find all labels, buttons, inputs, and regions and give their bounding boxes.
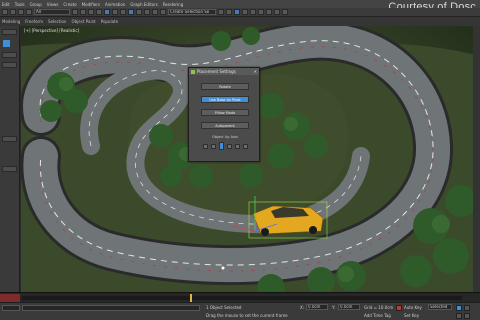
tab-freeform[interactable]: Freeform — [25, 19, 43, 24]
axis-neg-y-icon[interactable] — [235, 144, 240, 149]
x-label: X: — [300, 305, 305, 310]
unlink-icon[interactable] — [26, 9, 32, 15]
tab-selection[interactable]: Selection — [48, 19, 66, 24]
menu-create[interactable]: Create — [63, 2, 76, 7]
menu-modifiers[interactable]: Modifiers — [82, 2, 100, 7]
right-strip — [473, 26, 480, 292]
menu-rendering[interactable]: Rendering — [163, 2, 183, 7]
dialog-app-icon — [191, 69, 195, 74]
select-object-icon[interactable] — [72, 9, 78, 15]
dialog-titlebar[interactable]: Placement Settings — [189, 68, 259, 75]
menu-views[interactable]: Views — [47, 2, 59, 7]
named-selection-dropdown[interactable]: Create Selection Se — [168, 9, 216, 15]
panel-button[interactable] — [2, 52, 17, 58]
render-setup-icon[interactable] — [266, 9, 272, 15]
panel-button[interactable] — [2, 136, 17, 142]
auto-key-label[interactable]: Auto Key — [404, 305, 422, 310]
timeline[interactable] — [0, 292, 480, 302]
y-label: Y: — [332, 305, 336, 310]
status-prompt: Drag the mouse to set the current frame — [206, 313, 288, 318]
placement-settings-dialog[interactable]: Placement Settings ✕ Rotate Use Base As … — [188, 67, 260, 162]
layer-icon[interactable] — [234, 9, 240, 15]
next-frame-icon[interactable] — [464, 305, 470, 311]
tab-object-paint[interactable]: Object Paint — [71, 19, 95, 24]
maxscript-listener[interactable] — [2, 305, 20, 311]
curve-editor-icon[interactable] — [242, 9, 248, 15]
axis-neg-x-icon[interactable] — [211, 144, 216, 149]
scale-icon[interactable] — [120, 9, 126, 15]
viewport-label[interactable]: [+] [Perspective] [Realistic] — [24, 28, 79, 33]
render-frame-icon[interactable] — [274, 9, 280, 15]
add-time-tag[interactable]: Add Time Tag — [364, 313, 391, 318]
menu-tools[interactable]: Tools — [15, 2, 25, 7]
align-icon[interactable] — [226, 9, 232, 15]
object-up-axis-label: Object Up Axis — [212, 135, 238, 139]
select-by-name-icon[interactable] — [80, 9, 86, 15]
y-coordinate-field[interactable]: 0.0cm — [338, 304, 360, 310]
placement-icon[interactable] — [128, 9, 134, 15]
key-marker — [190, 294, 192, 302]
undo-icon[interactable] — [2, 9, 8, 15]
panel-button[interactable] — [2, 62, 17, 68]
script-input[interactable] — [22, 305, 200, 311]
material-editor-icon[interactable] — [258, 9, 264, 15]
left-command-panel — [0, 26, 20, 292]
axis-x-icon[interactable] — [203, 144, 208, 149]
play-icon[interactable] — [456, 305, 462, 311]
angle-snap-icon[interactable] — [152, 9, 158, 15]
selection-count: 1 Object Selected — [206, 305, 242, 310]
percent-snap-icon[interactable] — [160, 9, 166, 15]
schematic-icon[interactable] — [250, 9, 256, 15]
dialog-title: Placement Settings — [197, 69, 236, 74]
rect-select-icon[interactable] — [88, 9, 94, 15]
zoom-icon[interactable] — [456, 313, 462, 319]
timeline-track[interactable] — [22, 296, 462, 300]
time-slider-handle[interactable] — [0, 294, 20, 302]
rotate-button[interactable]: Rotate — [201, 83, 249, 90]
pivot-icon[interactable] — [136, 9, 142, 15]
mirror-icon[interactable] — [218, 9, 224, 15]
close-icon[interactable]: ✕ — [254, 69, 257, 74]
pivot-point — [221, 266, 225, 270]
move-icon[interactable] — [104, 9, 110, 15]
menu-group[interactable]: Group — [30, 2, 42, 7]
max-window: Edit Tools Group Views Create Modifiers … — [0, 0, 480, 320]
x-coordinate-field[interactable]: 0.0cm — [306, 304, 328, 310]
pillow-mode-button[interactable]: Pillow Mode — [201, 109, 249, 116]
menu-graph-editors[interactable]: Graph Editors — [130, 2, 157, 7]
render-icon[interactable] — [282, 9, 288, 15]
panel-button[interactable] — [2, 29, 17, 35]
autoparent-button[interactable]: Autoparent — [201, 122, 249, 129]
ribbon-tabs: Modeling Freeform Selection Object Paint… — [0, 17, 480, 26]
grid-size: Grid = 10.0cm — [364, 305, 394, 310]
axis-y-icon[interactable] — [227, 144, 232, 149]
rotate-icon[interactable] — [112, 9, 118, 15]
tab-modeling[interactable]: Modeling — [2, 19, 20, 24]
tab-populate[interactable]: Populate — [101, 19, 118, 24]
main-toolbar: All Create Selection Se — [0, 8, 480, 17]
auto-key-icon[interactable] — [396, 305, 402, 311]
use-base-as-pivot-button[interactable]: Use Base As Pivot — [201, 96, 249, 103]
link-icon[interactable] — [18, 9, 24, 15]
axis-neg-z-icon[interactable] — [243, 144, 248, 149]
create-icon[interactable] — [3, 40, 10, 47]
selection-filter-dropdown[interactable]: All — [34, 9, 70, 15]
key-mode-dropdown[interactable]: Selected — [428, 304, 452, 310]
panel-button[interactable] — [2, 166, 17, 172]
redo-icon[interactable] — [10, 9, 16, 15]
snap-icon[interactable] — [144, 9, 150, 15]
status-bar: 1 Object Selected Drag the mouse to set … — [0, 302, 480, 320]
orbit-icon[interactable] — [464, 313, 470, 319]
menu-edit[interactable]: Edit — [2, 2, 10, 7]
axis-z-icon[interactable] — [219, 142, 224, 150]
set-key-label[interactable]: Set Key — [404, 313, 419, 318]
menu-animation[interactable]: Animation — [105, 2, 125, 7]
window-crossing-icon[interactable] — [96, 9, 102, 15]
